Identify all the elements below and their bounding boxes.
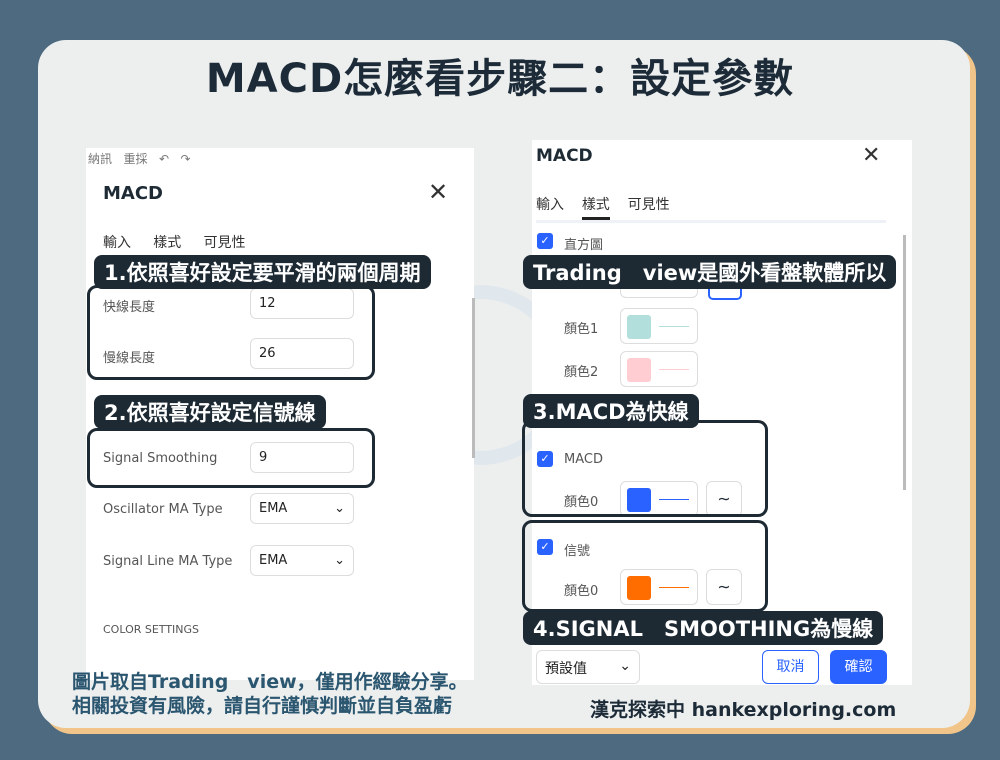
scrollbar[interactable]: [472, 298, 475, 458]
tab-style[interactable]: 樣式: [581, 197, 610, 220]
section-heading: COLOR SETTINGS: [103, 623, 200, 636]
disclaimer-line2: 相關投資有風險，請自行謹慎判斷並自負盈虧: [72, 695, 453, 717]
cancel-button[interactable]: 取消: [762, 650, 819, 684]
close-icon[interactable]: ✕: [428, 178, 448, 206]
tab-style[interactable]: 樣式: [153, 235, 181, 251]
color-label: 顏色1: [564, 322, 599, 337]
select-value: EMA: [259, 501, 288, 516]
signal-ma-select[interactable]: EMA ⌄: [250, 545, 354, 576]
field-label: Signal Line MA Type: [103, 554, 233, 569]
callout-step1: 1.依照喜好設定要平滑的兩個周期: [94, 255, 431, 289]
callout-step2: 2.依照喜好設定信號線: [94, 395, 326, 429]
callout-step4: 4.SIGNAL SMOOTHING為慢線: [523, 611, 884, 645]
oscillator-ma-select[interactable]: EMA ⌄: [250, 493, 354, 524]
highlight-box: [87, 285, 375, 380]
redo-icon[interactable]: ↷: [180, 152, 190, 166]
hist-color2-swatch[interactable]: [620, 351, 698, 387]
dialog-title: MACD: [536, 146, 593, 166]
tab-divider: [536, 220, 886, 223]
brand: 漢克探索中 hankexploring.com: [590, 699, 897, 721]
chevron-down-icon: ⌄: [619, 658, 631, 674]
tab-visibility[interactable]: 可見性: [628, 197, 670, 213]
highlight-box: [522, 420, 768, 517]
histogram-checkbox[interactable]: ✓: [537, 233, 553, 249]
preset-select[interactable]: 預設值 ⌄: [536, 650, 640, 684]
page-title: MACD怎麼看步驟二：設定參數: [205, 56, 795, 102]
tab-inputs[interactable]: 輸入: [536, 197, 564, 213]
chevron-down-icon: ⌄: [334, 553, 345, 568]
toolbar-item[interactable]: 重採: [123, 152, 147, 166]
callout-note: Trading view是國外看盤軟體所以: [523, 255, 897, 289]
tab-inputs[interactable]: 輸入: [103, 235, 131, 251]
chevron-down-icon: ⌄: [334, 501, 345, 516]
dialog-title: MACD: [103, 183, 163, 204]
tab-visibility[interactable]: 可見性: [204, 235, 246, 251]
toolbar: 納訊 重採 ↶ ↷: [88, 150, 191, 167]
color-label: 顏色2: [564, 365, 599, 380]
toolbar-item[interactable]: 納訊: [88, 152, 112, 166]
highlight-box: [87, 428, 375, 488]
hist-color1-swatch[interactable]: [620, 308, 698, 344]
field-label: Oscillator MA Type: [103, 502, 223, 517]
highlight-box: [522, 520, 768, 612]
callout-step3: 3.MACD為快線: [523, 394, 699, 428]
scrollbar[interactable]: [903, 235, 906, 490]
confirm-button[interactable]: 確認: [830, 650, 887, 684]
select-value: EMA: [259, 553, 288, 568]
undo-icon[interactable]: ↶: [159, 152, 169, 166]
close-icon[interactable]: ✕: [862, 143, 880, 168]
disclaimer-line1: 圖片取自Trading view，僅用作經驗分享。: [72, 671, 468, 693]
select-value: 預設值: [545, 661, 587, 677]
histogram-label: 直方圖: [564, 238, 604, 253]
